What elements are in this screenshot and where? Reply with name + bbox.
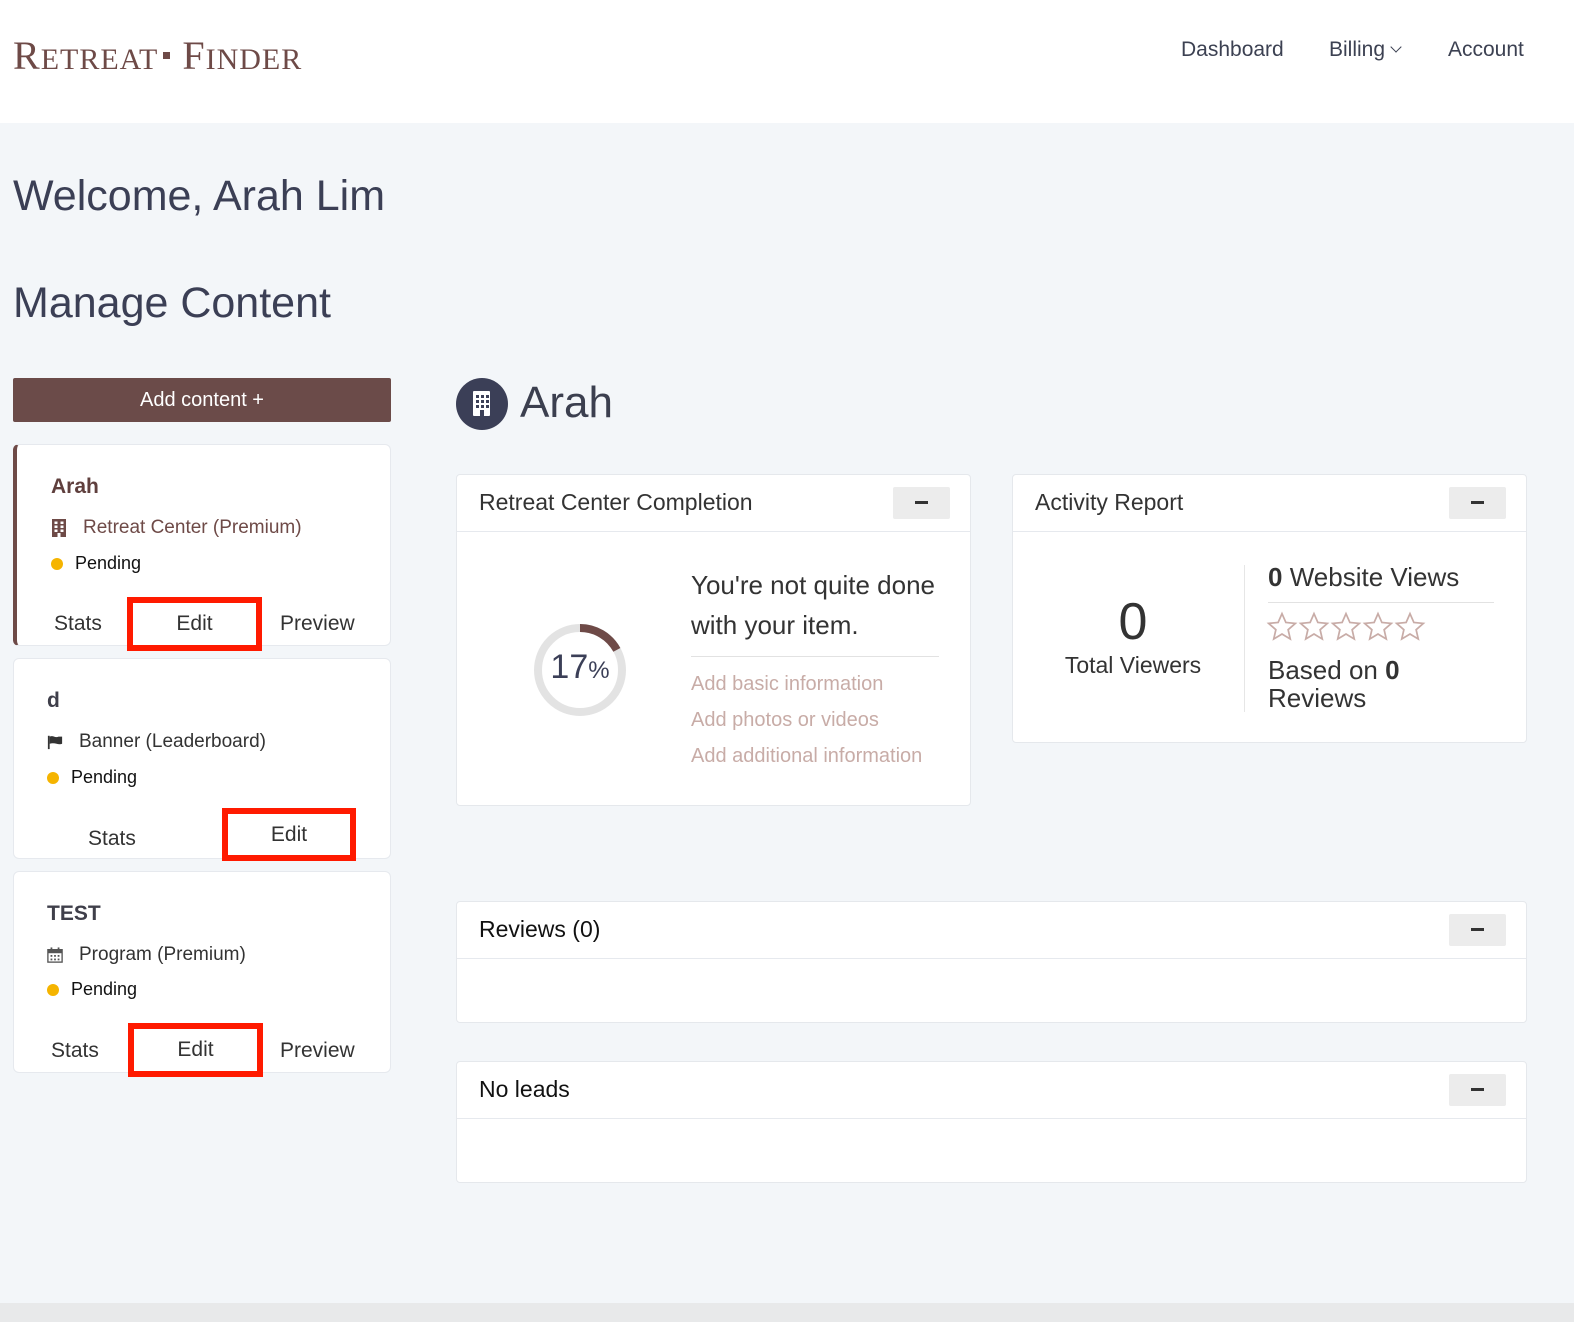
pending-dot-icon	[47, 983, 59, 996]
leads-panel: No leads	[456, 1061, 1527, 1183]
top-header: RETREAT FINDER Dashboard Billing Account	[0, 0, 1574, 123]
retreat-finder-logo[interactable]: RETREAT FINDER	[13, 32, 302, 79]
nav-dashboard[interactable]: Dashboard	[1181, 38, 1284, 62]
total-viewers-count: 0	[1118, 593, 1148, 651]
divider	[691, 656, 939, 657]
content-card-d[interactable]: d Banner (Leaderboard) Pending Stats Edi…	[13, 658, 391, 861]
welcome-heading: Welcome, Arah Lim	[13, 172, 386, 220]
completion-percent: 17%	[550, 648, 610, 686]
rating-stars	[1266, 611, 1426, 643]
stats-link[interactable]: Stats	[51, 1039, 99, 1063]
total-viewers-label: Total Viewers	[1064, 652, 1202, 678]
panel-title: No leads	[479, 1076, 570, 1102]
star-icon	[1266, 611, 1298, 641]
panel-title: Activity Report	[1035, 489, 1184, 515]
calendar-icon	[47, 947, 63, 963]
chevron-down-icon	[1390, 41, 1402, 53]
star-icon	[1362, 611, 1394, 641]
edit-button[interactable]: Edit	[127, 597, 262, 651]
star-icon	[1394, 611, 1426, 641]
edit-button[interactable]: Edit	[222, 808, 356, 861]
website-views: 0 Website Views	[1268, 562, 1460, 592]
card-type-label: Banner (Leaderboard)	[79, 731, 266, 752]
status-badge: Pending	[47, 767, 137, 788]
selected-item-name: Arah	[520, 378, 613, 427]
todo-link-additional-info[interactable]: Add additional information	[691, 745, 922, 768]
star-icon	[1298, 611, 1330, 641]
pending-dot-icon	[47, 771, 59, 784]
divider	[1244, 565, 1245, 712]
collapse-minus-button[interactable]	[1449, 914, 1506, 946]
reviews-panel: Reviews (0)	[456, 901, 1527, 1023]
collapse-minus-button[interactable]	[1449, 487, 1506, 519]
completion-message: You're not quite done with your item.	[691, 570, 935, 640]
card-type: Retreat Center (Premium)	[51, 517, 302, 539]
add-content-button[interactable]: Add content +	[13, 378, 391, 422]
status-badge: Pending	[51, 553, 141, 574]
status-label: Pending	[71, 767, 138, 787]
card-title: Arah	[51, 475, 99, 498]
card-type-label: Retreat Center (Premium)	[83, 517, 302, 538]
building-icon	[456, 378, 508, 430]
nav-account[interactable]: Account	[1448, 38, 1524, 62]
content-card-test[interactable]: TEST Program (Premium) Pending Stats Edi…	[13, 871, 391, 1077]
card-type: Banner (Leaderboard)	[47, 731, 266, 753]
todo-link-photos[interactable]: Add photos or videos	[691, 709, 879, 732]
card-type: Program (Premium)	[47, 944, 246, 966]
panel-title: Retreat Center Completion	[479, 489, 753, 515]
content-card-arah[interactable]: Arah Retreat Center (Premium) Pending St…	[13, 444, 391, 651]
status-label: Pending	[71, 979, 138, 999]
todo-link-basic-info[interactable]: Add basic information	[691, 673, 883, 696]
based-on-reviews: Based on 0 Reviews	[1268, 655, 1400, 713]
building-icon	[52, 519, 66, 537]
preview-link[interactable]: Preview	[280, 1039, 355, 1063]
card-type-label: Program (Premium)	[79, 944, 246, 965]
flag-icon	[47, 735, 63, 750]
card-title: d	[47, 689, 60, 712]
stats-link[interactable]: Stats	[88, 827, 136, 851]
stats-link[interactable]: Stats	[54, 612, 102, 636]
pending-dot-icon	[51, 557, 63, 570]
status-label: Pending	[75, 553, 142, 573]
panel-title: Reviews (0)	[479, 916, 601, 942]
collapse-minus-button[interactable]	[1449, 1074, 1506, 1106]
footer-strip	[0, 1303, 1574, 1322]
nav-billing-label: Billing	[1329, 38, 1386, 61]
card-title: TEST	[47, 902, 101, 925]
divider	[1268, 602, 1494, 603]
star-icon	[1330, 611, 1362, 641]
manage-content-heading: Manage Content	[13, 279, 331, 327]
collapse-minus-button[interactable]	[893, 487, 950, 519]
edit-button[interactable]: Edit	[128, 1023, 263, 1077]
nav-billing[interactable]: Billing	[1329, 38, 1402, 62]
preview-link[interactable]: Preview	[280, 612, 355, 636]
status-badge: Pending	[47, 979, 137, 1000]
